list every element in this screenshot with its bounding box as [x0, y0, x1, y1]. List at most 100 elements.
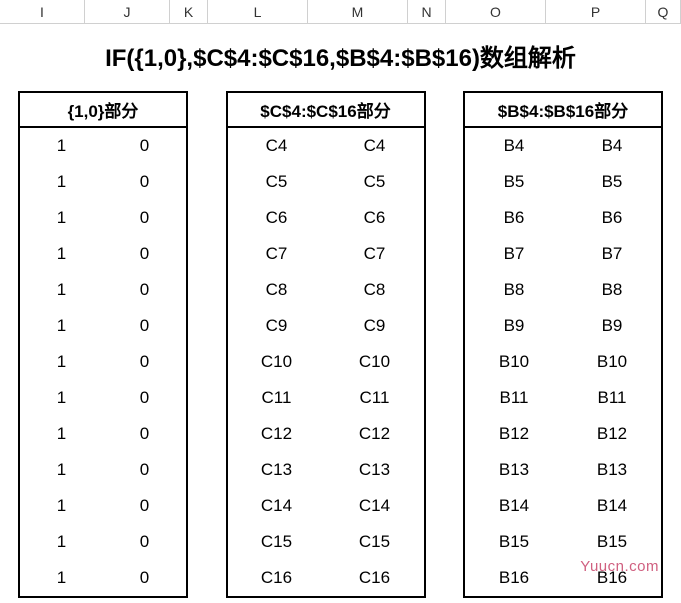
data-cell: 0: [140, 164, 149, 200]
data-cell: C4: [364, 128, 386, 164]
section-c-range: $C$4:$C$16部分 C4C5C6C7C8C9C10C11C12C13C14…: [226, 91, 426, 598]
data-cell: 0: [140, 272, 149, 308]
data-cell: 0: [140, 560, 149, 596]
page-title: IF({1,0},$C$4:$C$16,$B$4:$B$16)数组解析: [0, 38, 681, 73]
sections-container: {1,0}部分 1111111111111 0000000000000 $C$4…: [0, 91, 681, 598]
data-cell: B11: [500, 380, 529, 416]
section-col-2: C4C5C6C7C8C9C10C11C12C13C14C15C16: [326, 128, 424, 596]
data-cell: 0: [140, 452, 149, 488]
data-cell: 1: [57, 488, 66, 524]
section-body: B4B5B6B7B8B9B10B11B12B13B14B15B16 B4B5B6…: [465, 128, 661, 596]
data-cell: 0: [140, 236, 149, 272]
data-cell: C8: [266, 272, 288, 308]
section-body: 1111111111111 0000000000000: [20, 128, 186, 596]
section-b-range: $B$4:$B$16部分 B4B5B6B7B8B9B10B11B12B13B14…: [463, 91, 663, 598]
data-cell: 1: [57, 452, 66, 488]
data-cell: 0: [140, 524, 149, 560]
data-cell: 1: [57, 272, 66, 308]
data-cell: 0: [140, 200, 149, 236]
data-cell: B5: [504, 164, 525, 200]
data-cell: C15: [359, 524, 390, 560]
data-cell: 1: [57, 128, 66, 164]
data-cell: B4: [602, 128, 623, 164]
data-cell: 1: [57, 308, 66, 344]
data-cell: B16: [499, 560, 529, 596]
data-cell: B8: [504, 272, 525, 308]
col-header-I: I: [0, 0, 85, 23]
col-header-L: L: [208, 0, 308, 23]
section-col-2: 0000000000000: [103, 128, 186, 596]
data-cell: 1: [57, 164, 66, 200]
data-cell: C8: [364, 272, 386, 308]
data-cell: C11: [262, 380, 292, 416]
data-cell: 0: [140, 488, 149, 524]
col-header-K: K: [170, 0, 208, 23]
data-cell: B7: [504, 236, 525, 272]
section-col-1: 1111111111111: [20, 128, 103, 596]
data-cell: C4: [266, 128, 288, 164]
data-cell: 0: [140, 416, 149, 452]
data-cell: C6: [364, 200, 386, 236]
data-cell: C10: [359, 344, 390, 380]
data-cell: 1: [57, 560, 66, 596]
data-cell: 1: [57, 200, 66, 236]
col-header-N: N: [408, 0, 446, 23]
data-cell: C9: [364, 308, 386, 344]
column-header-row: I J K L M N O P Q: [0, 0, 681, 24]
data-cell: C15: [261, 524, 292, 560]
section-header: $B$4:$B$16部分: [465, 93, 661, 128]
section-header: {1,0}部分: [20, 93, 186, 128]
data-cell: C7: [364, 236, 386, 272]
data-cell: 1: [57, 416, 66, 452]
section-col-1: C4C5C6C7C8C9C10C11C12C13C14C15C16: [228, 128, 326, 596]
data-cell: B15: [499, 524, 529, 560]
data-cell: C13: [359, 452, 390, 488]
data-cell: C7: [266, 236, 288, 272]
section-col-2: B4B5B6B7B8B9B10B11B12B13B14B15B16: [563, 128, 661, 596]
data-cell: C14: [359, 488, 390, 524]
data-cell: C12: [261, 416, 292, 452]
data-cell: B9: [504, 308, 525, 344]
col-header-J: J: [85, 0, 170, 23]
section-one-zero: {1,0}部分 1111111111111 0000000000000: [18, 91, 188, 598]
data-cell: C10: [261, 344, 292, 380]
data-cell: B12: [597, 416, 627, 452]
data-cell: C14: [261, 488, 292, 524]
section-col-1: B4B5B6B7B8B9B10B11B12B13B14B15B16: [465, 128, 563, 596]
data-cell: B14: [597, 488, 627, 524]
data-cell: B14: [499, 488, 529, 524]
col-header-P: P: [546, 0, 646, 23]
data-cell: B15: [597, 524, 627, 560]
col-header-M: M: [308, 0, 408, 23]
data-cell: B12: [499, 416, 529, 452]
data-cell: 0: [140, 308, 149, 344]
col-header-Q: Q: [646, 0, 681, 23]
data-cell: C9: [266, 308, 288, 344]
data-cell: 0: [140, 344, 149, 380]
data-cell: 0: [140, 128, 149, 164]
data-cell: B13: [499, 452, 529, 488]
data-cell: B11: [598, 380, 627, 416]
data-cell: B5: [602, 164, 623, 200]
data-cell: B10: [499, 344, 529, 380]
data-cell: 1: [57, 380, 66, 416]
section-header: $C$4:$C$16部分: [228, 93, 424, 128]
data-cell: B13: [597, 452, 627, 488]
data-cell: C13: [261, 452, 292, 488]
data-cell: B10: [597, 344, 627, 380]
data-cell: C5: [266, 164, 288, 200]
data-cell: B8: [602, 272, 623, 308]
col-header-O: O: [446, 0, 546, 23]
data-cell: 1: [57, 344, 66, 380]
data-cell: C6: [266, 200, 288, 236]
data-cell: 1: [57, 524, 66, 560]
data-cell: B6: [602, 200, 623, 236]
data-cell: C16: [261, 560, 292, 596]
data-cell: 1: [57, 236, 66, 272]
data-cell: B4: [504, 128, 525, 164]
data-cell: C12: [359, 416, 390, 452]
data-cell: B6: [504, 200, 525, 236]
data-cell: C5: [364, 164, 386, 200]
data-cell: 0: [140, 380, 149, 416]
data-cell: C16: [359, 560, 390, 596]
